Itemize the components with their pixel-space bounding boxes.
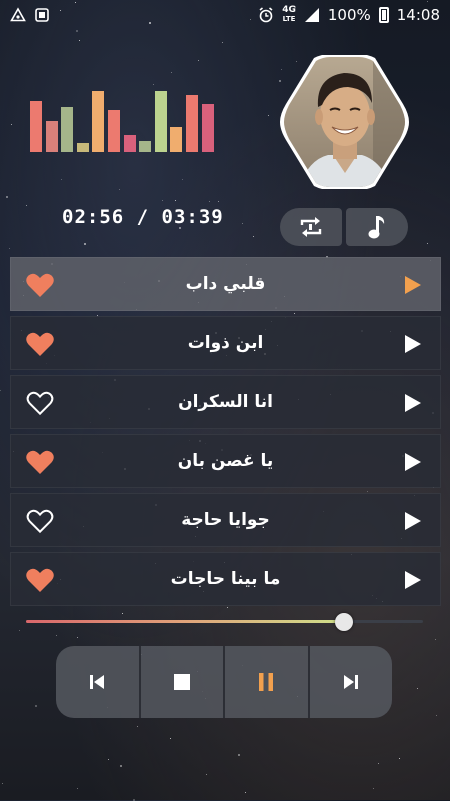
- equalizer-bar: [139, 141, 152, 152]
- equalizer-bar: [92, 91, 105, 152]
- song-row[interactable]: قلبي داب: [10, 257, 441, 311]
- equalizer-bar: [76, 143, 89, 152]
- play-icon[interactable]: [404, 393, 422, 413]
- play-icon[interactable]: [404, 334, 422, 354]
- song-row[interactable]: ابن ذوات: [10, 316, 441, 370]
- artist-avatar: [280, 55, 409, 189]
- song-title: انا السكران: [178, 392, 273, 412]
- heart-filled-icon[interactable]: [25, 272, 55, 298]
- playback-controls: [56, 646, 392, 718]
- playback-time: 02:56 / 03:39: [62, 206, 224, 228]
- song-title: جوايا حاجة: [181, 510, 270, 530]
- song-row[interactable]: جوايا حاجة: [10, 493, 441, 547]
- pause-icon: [259, 673, 274, 691]
- battery-icon: [378, 7, 389, 23]
- play-icon[interactable]: [404, 275, 422, 295]
- equalizer-bar: [123, 135, 136, 152]
- heart-filled-icon[interactable]: [25, 567, 55, 593]
- heart-filled-icon[interactable]: [25, 331, 55, 357]
- lte-indicator: 4G LTE: [282, 6, 296, 24]
- song-row[interactable]: ما بينا حاجات: [10, 552, 441, 606]
- equalizer-bar: [108, 110, 120, 152]
- pause-button[interactable]: [225, 646, 310, 718]
- heart-outline-icon[interactable]: [25, 508, 55, 534]
- seek-fill: [26, 620, 344, 623]
- network-lte-label: LTE: [282, 15, 296, 23]
- previous-button[interactable]: [56, 646, 141, 718]
- equalizer-visualizer: [30, 90, 220, 152]
- song-title: ما بينا حاجات: [170, 569, 281, 589]
- repeat-button[interactable]: [280, 208, 342, 246]
- song-row[interactable]: انا السكران: [10, 375, 441, 429]
- status-bar: 4G LTE 100% 14:08: [0, 0, 450, 30]
- song-row[interactable]: يا غصن بان: [10, 434, 441, 488]
- play-icon[interactable]: [404, 570, 422, 590]
- song-list: قلبي داب ابن ذوات انا السكران يا غصن بان جوا…: [10, 257, 441, 611]
- next-button[interactable]: [309, 646, 392, 718]
- song-title: قلبي داب: [185, 274, 266, 294]
- battery-percentage: 100%: [327, 6, 371, 24]
- skip-previous-icon: [90, 675, 105, 689]
- stop-button[interactable]: [140, 646, 225, 718]
- equalizer-bar: [201, 104, 214, 152]
- song-title: ابن ذوات: [187, 333, 264, 353]
- play-icon[interactable]: [404, 511, 422, 531]
- song-title: يا غصن بان: [177, 451, 274, 471]
- network-4g-label: 4G: [282, 5, 296, 15]
- heart-filled-icon[interactable]: [25, 449, 55, 475]
- clock: 14:08: [396, 6, 440, 24]
- equalizer-bar: [186, 95, 198, 152]
- triangle-notification-icon: [10, 7, 26, 22]
- seek-bar[interactable]: [26, 613, 423, 631]
- stop-icon: [173, 674, 190, 690]
- equalizer-bar: [30, 101, 42, 152]
- equalizer-bar: [45, 121, 58, 152]
- skip-next-icon: [343, 675, 358, 689]
- equalizer-bar: [154, 91, 167, 152]
- gallery-notification-icon: [35, 8, 49, 22]
- signal-icon: [304, 8, 319, 22]
- equalizer-bar: [170, 127, 183, 152]
- heart-outline-icon[interactable]: [25, 390, 55, 416]
- equalizer-bar: [61, 107, 74, 152]
- seek-thumb[interactable]: [334, 613, 353, 631]
- music-library-button[interactable]: [346, 208, 408, 246]
- music-note-icon: [368, 216, 385, 239]
- alarm-icon: [259, 7, 273, 23]
- repeat-icon: [300, 217, 322, 237]
- play-icon[interactable]: [404, 452, 422, 472]
